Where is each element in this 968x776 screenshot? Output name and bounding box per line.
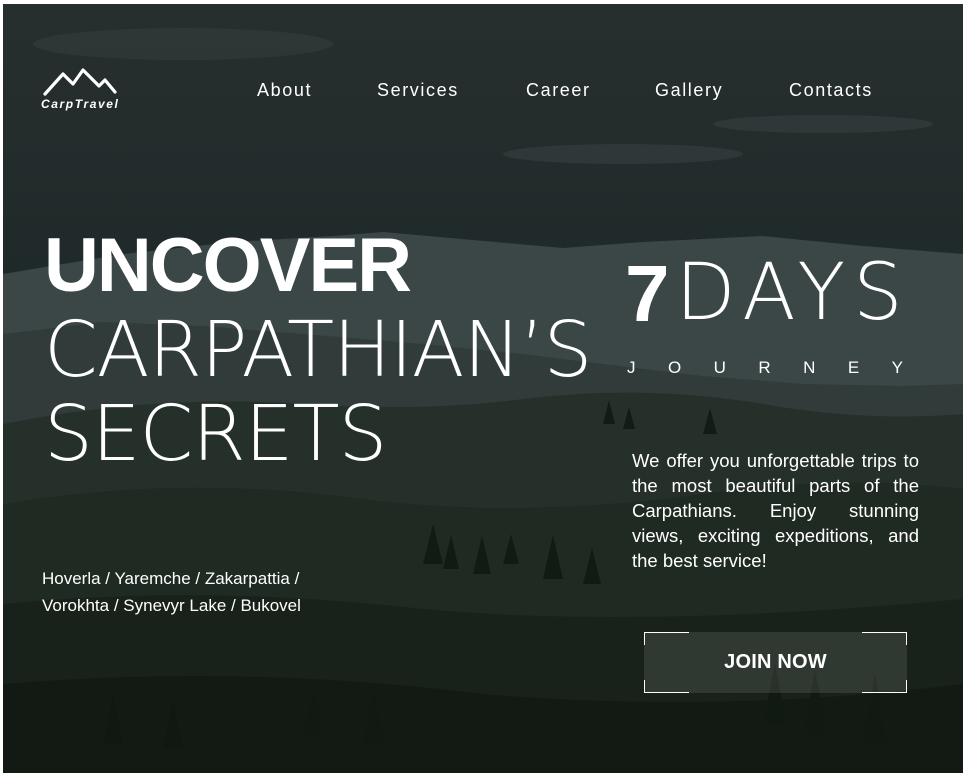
headline-secrets: SECRETS xyxy=(44,390,387,479)
headline-carpathians: CARPATHIAN’S xyxy=(44,306,592,395)
headline-uncover: UNCOVER xyxy=(44,223,412,308)
logo-text: CarpTravel xyxy=(41,97,120,111)
journey-letter: N xyxy=(803,358,816,377)
join-now-button[interactable]: JOIN NOW xyxy=(644,632,907,693)
journey-letter: O xyxy=(667,358,682,377)
corner-decoration xyxy=(862,632,907,645)
journey-label: J O U R N E Y xyxy=(627,358,903,378)
destinations-line-2: Vorokhta / Synevyr Lake / Bukovel xyxy=(42,596,301,615)
journey-letter: E xyxy=(847,358,860,377)
days-word: DAYS xyxy=(675,248,911,338)
nav-link-about[interactable]: About xyxy=(257,80,312,101)
journey-letter: R xyxy=(758,358,771,377)
destinations-list: Hoverla / Yaremche / Zakarpattia / Vorok… xyxy=(42,565,332,619)
journey-letter: Y xyxy=(891,358,903,377)
join-now-label: JOIN NOW xyxy=(724,651,827,673)
nav-link-contacts[interactable]: Contacts xyxy=(789,80,873,101)
hero-section: CarpTravel About Services Career Gallery… xyxy=(3,4,963,773)
journey-letter: J xyxy=(627,358,636,377)
hero-description: We offer you unforgettable trips to the … xyxy=(632,450,919,571)
days-counter: 7DAYS xyxy=(625,248,911,340)
nav-link-gallery[interactable]: Gallery xyxy=(655,80,723,101)
nav-link-career[interactable]: Career xyxy=(526,80,591,101)
days-number: 7 xyxy=(625,249,670,338)
logo[interactable]: CarpTravel xyxy=(41,66,123,118)
hero-headline: UNCOVER CARPATHIAN’S SECRETS xyxy=(44,223,592,480)
mountain-icon xyxy=(43,68,117,96)
nav-link-services[interactable]: Services xyxy=(377,80,459,101)
corner-decoration xyxy=(862,680,907,693)
corner-decoration xyxy=(644,680,689,693)
journey-letter: U xyxy=(713,358,726,377)
destinations-line-1: Hoverla / Yaremche / Zakarpattia / xyxy=(42,569,300,588)
corner-decoration xyxy=(644,632,689,645)
